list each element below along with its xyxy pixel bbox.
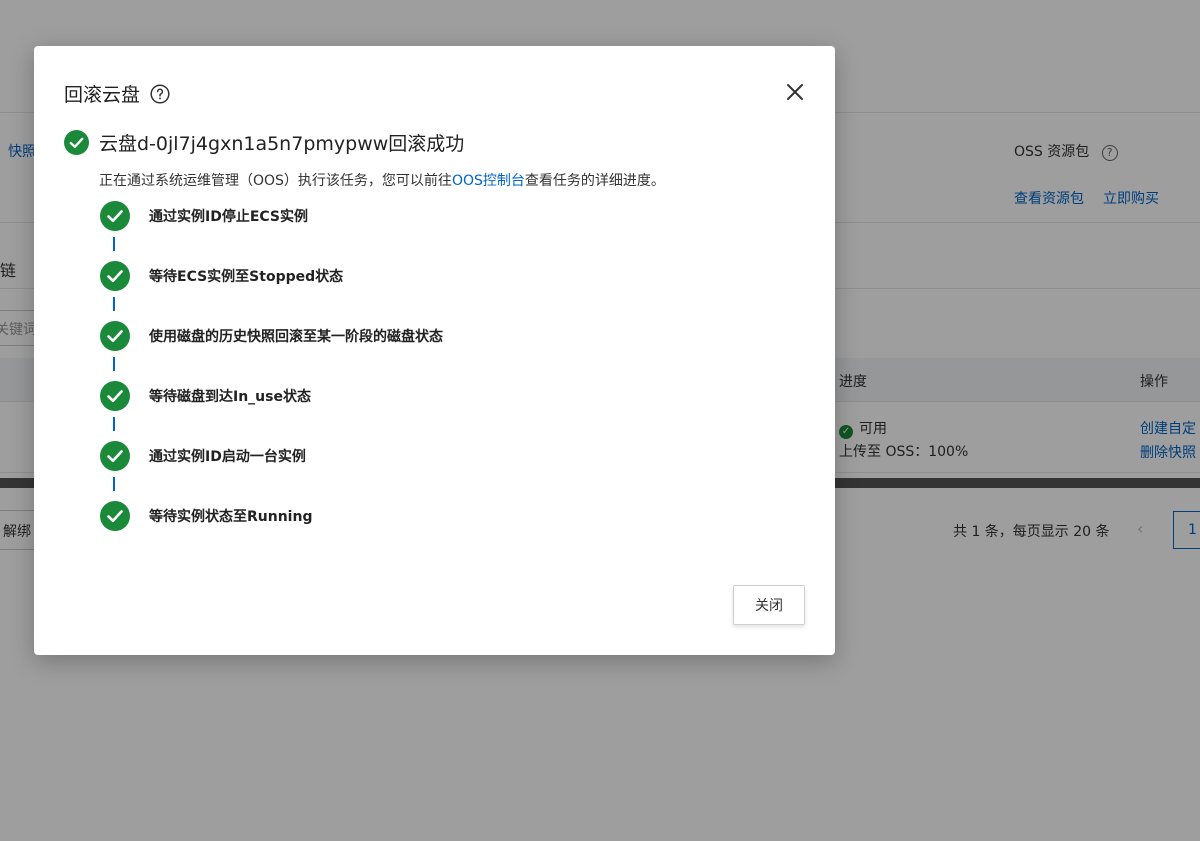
step-label: 等待ECS实例至Stopped状态 bbox=[149, 269, 344, 285]
step-check-icon bbox=[100, 381, 130, 411]
task-description: 正在通过系统运维管理（OOS）执行该任务，您可以前往OOS控制台查看任务的详细进… bbox=[99, 170, 665, 190]
step-connector bbox=[113, 237, 115, 251]
step-check-icon bbox=[100, 321, 130, 351]
step-label: 等待实例状态至Running bbox=[149, 509, 313, 525]
step-item: 等待磁盘到达In_use状态 bbox=[100, 381, 311, 411]
step-item: 等待实例状态至Running bbox=[100, 501, 312, 531]
step-item: 通过实例ID停止ECS实例 bbox=[100, 201, 308, 231]
rollback-dialog: 回滚云盘 云盘d-0jl7j4gxn1a5n7pmypww回滚成功 正在通过系统… bbox=[34, 46, 835, 655]
help-icon[interactable] bbox=[150, 83, 170, 104]
close-icon[interactable] bbox=[784, 81, 806, 103]
step-check-icon bbox=[100, 201, 130, 231]
step-check-icon bbox=[100, 261, 130, 291]
step-check-icon bbox=[100, 501, 130, 531]
desc-suffix: 查看任务的详细进度。 bbox=[524, 173, 665, 189]
success-header: 云盘d-0jl7j4gxn1a5n7pmypww回滚成功 bbox=[64, 129, 464, 156]
step-item: 通过实例ID启动一台实例 bbox=[100, 441, 306, 471]
step-label: 通过实例ID启动一台实例 bbox=[149, 449, 306, 465]
step-connector bbox=[113, 297, 115, 311]
step-connector bbox=[113, 477, 115, 491]
dialog-title-text: 回滚云盘 bbox=[64, 84, 141, 106]
dialog-title: 回滚云盘 bbox=[64, 80, 170, 107]
success-check-icon bbox=[64, 130, 89, 155]
desc-prefix: 正在通过系统运维管理（OOS）执行该任务，您可以前往 bbox=[99, 173, 452, 189]
oos-console-link[interactable]: OOS控制台 bbox=[452, 173, 525, 189]
step-check-icon bbox=[100, 441, 130, 471]
close-button[interactable]: 关闭 bbox=[733, 585, 805, 625]
step-label: 等待磁盘到达In_use状态 bbox=[149, 389, 311, 405]
success-title: 云盘d-0jl7j4gxn1a5n7pmypww回滚成功 bbox=[99, 133, 465, 155]
step-label: 使用磁盘的历史快照回滚至某一阶段的磁盘状态 bbox=[149, 329, 443, 345]
step-label: 通过实例ID停止ECS实例 bbox=[149, 209, 309, 225]
step-item: 使用磁盘的历史快照回滚至某一阶段的磁盘状态 bbox=[100, 321, 443, 351]
step-connector bbox=[113, 417, 115, 431]
step-item: 等待ECS实例至Stopped状态 bbox=[100, 261, 343, 291]
step-connector bbox=[113, 357, 115, 371]
